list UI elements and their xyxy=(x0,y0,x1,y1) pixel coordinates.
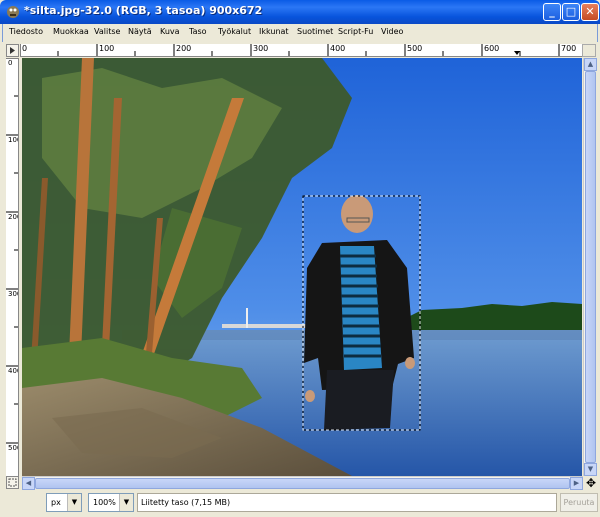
chevron-down-icon[interactable]: ▼ xyxy=(119,494,133,511)
menu-arrow-icon[interactable] xyxy=(6,44,19,57)
unit-select[interactable]: px ▼ xyxy=(46,493,82,512)
window-title: *silta.jpg-32.0 (RGB, 3 tasoa) 900x672 xyxy=(24,4,263,17)
ruler-label: 200 xyxy=(8,213,18,221)
menu-script-fu[interactable]: Script-Fu xyxy=(338,27,373,36)
horizontal-scrollbar[interactable]: ◀ ▶ xyxy=(22,476,583,490)
image-canvas[interactable] xyxy=(22,58,582,476)
ruler-corner xyxy=(582,44,596,57)
zoom-select[interactable]: 100% ▼ xyxy=(88,493,134,512)
scroll-up-icon[interactable]: ▲ xyxy=(584,58,597,71)
ruler-label: 0 xyxy=(8,59,13,67)
menu-nayta[interactable]: Näytä xyxy=(128,27,152,36)
ruler-label: 600 xyxy=(484,44,500,53)
scroll-down-icon[interactable]: ▼ xyxy=(584,463,597,476)
menu-tyokalut[interactable]: Työkalut xyxy=(218,27,251,36)
ruler-label: 700 xyxy=(561,44,577,53)
gimp-icon xyxy=(7,6,19,18)
menu-suotimet[interactable]: Suotimet xyxy=(297,27,333,36)
ruler-label: 400 xyxy=(8,367,18,375)
horizontal-scroll-thumb[interactable] xyxy=(35,478,570,489)
ruler-label: 400 xyxy=(330,44,346,53)
ruler-label: 200 xyxy=(176,44,192,53)
ruler-label: 300 xyxy=(253,44,269,53)
ruler-label: 100 xyxy=(99,44,115,53)
cancel-button[interactable]: Peruuta xyxy=(560,493,598,512)
menu-video[interactable]: Video xyxy=(381,27,403,36)
vertical-scroll-thumb[interactable] xyxy=(585,71,596,463)
zoom-value: 100% xyxy=(93,498,116,507)
ruler-label: 300 xyxy=(8,290,18,298)
menu-kuva[interactable]: Kuva xyxy=(160,27,180,36)
scroll-left-icon[interactable]: ◀ xyxy=(22,477,35,490)
close-button[interactable]: ✕ xyxy=(581,3,599,21)
vertical-ruler: 0 100 200 300 400 500 xyxy=(6,58,19,476)
minimize-button[interactable]: _ xyxy=(543,3,561,21)
menu-taso[interactable]: Taso xyxy=(189,27,207,36)
scroll-right-icon[interactable]: ▶ xyxy=(570,477,583,490)
menu-muokkaa[interactable]: Muokkaa xyxy=(53,27,89,36)
chevron-down-icon[interactable]: ▼ xyxy=(67,494,81,511)
menu-valitse[interactable]: Valitse xyxy=(94,27,120,36)
ruler-label: 100 xyxy=(8,136,18,144)
status-message: Liitetty taso (7,15 MB) xyxy=(137,493,557,512)
menu-bar: Tiedosto Muokkaa Valitse Näytä Kuva Taso… xyxy=(2,24,598,42)
ruler-label: 500 xyxy=(8,444,18,452)
maximize-button[interactable]: □ xyxy=(562,3,580,21)
menu-ikkunat[interactable]: Ikkunat xyxy=(259,27,289,36)
horizontal-ruler: 0 100 200 300 400 500 600 700 xyxy=(20,44,582,57)
vertical-scrollbar[interactable]: ▲ ▼ xyxy=(583,58,597,476)
navigate-icon[interactable]: ✥ xyxy=(584,476,598,490)
menu-tiedosto[interactable]: Tiedosto xyxy=(9,27,43,36)
quick-mask-icon[interactable] xyxy=(6,476,19,489)
title-bar: *silta.jpg-32.0 (RGB, 3 tasoa) 900x672 _… xyxy=(0,0,600,24)
ruler-label: 0 xyxy=(22,44,28,53)
status-bar: px ▼ 100% ▼ Liitetty taso (7,15 MB) Peru… xyxy=(2,490,598,517)
photo-image xyxy=(22,58,582,476)
ruler-label: 500 xyxy=(407,44,423,53)
unit-value: px xyxy=(51,498,61,507)
